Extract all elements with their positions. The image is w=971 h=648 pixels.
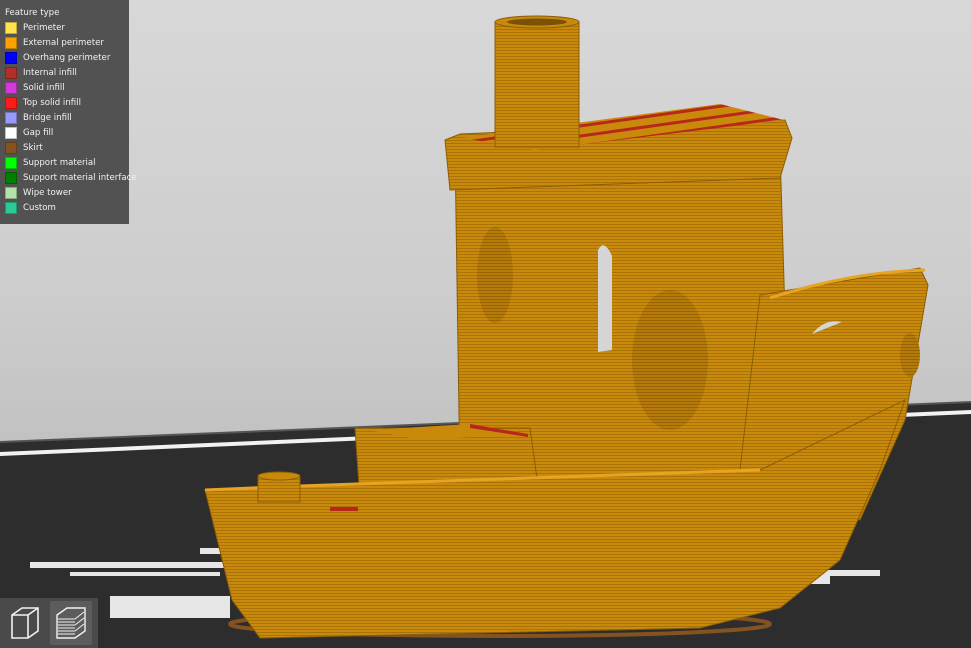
legend-swatch [5, 156, 17, 169]
legend-item-perimeter: Perimeter [5, 20, 129, 35]
legend-label: External perimeter [23, 37, 104, 48]
legend-swatch [5, 81, 17, 94]
layers-icon [56, 607, 86, 639]
legend-swatch [5, 126, 17, 139]
legend-item-top-solid-infill: Top solid infill [5, 95, 129, 110]
cube-icon [11, 607, 39, 639]
legend-item-gap-fill: Gap fill [5, 125, 129, 140]
legend-swatch [5, 201, 17, 214]
legend-label: Internal infill [23, 67, 77, 78]
legend-label: Gap fill [23, 127, 54, 138]
view-mode-toolbar [0, 598, 98, 648]
legend-item-support-material-interface: Support material interface [5, 170, 137, 185]
benchy-model [204, 15, 929, 639]
legend-label: Support material interface [23, 172, 137, 183]
legend-label: Support material [23, 157, 96, 168]
legend-title: Feature type [5, 8, 60, 18]
legend-label: Top solid infill [23, 97, 81, 108]
3d-preview-viewport[interactable]: Feature type Perimeter External perimeter… [0, 0, 971, 648]
legend-label: Solid infill [23, 82, 65, 93]
legend-item-skirt: Skirt [5, 140, 129, 155]
3d-view-button[interactable] [4, 601, 46, 645]
legend-swatch [5, 96, 17, 109]
legend-swatch [5, 171, 17, 184]
preview-scene [0, 15, 971, 648]
legend-item-bridge-infill: Bridge infill [5, 110, 129, 125]
legend-swatch [5, 36, 17, 49]
legend-swatch [5, 21, 17, 34]
layers-preview-button[interactable] [50, 601, 92, 645]
legend-item-internal-infill: Internal infill [5, 65, 129, 80]
feature-type-legend: Feature type Perimeter External perimeter… [0, 0, 137, 224]
legend-item-solid-infill: Solid infill [5, 80, 129, 95]
legend-swatch [5, 66, 17, 79]
legend-item-external-perimeter: External perimeter [5, 35, 129, 50]
legend-label: Wipe tower [23, 187, 72, 198]
legend-item-support-material: Support material [5, 155, 129, 170]
legend-swatch [5, 141, 17, 154]
legend-swatch [5, 111, 17, 124]
legend-swatch [5, 186, 17, 199]
legend-item-custom: Custom [5, 200, 129, 215]
legend-item-wipe-tower: Wipe tower [5, 185, 129, 200]
legend-label: Skirt [23, 142, 43, 153]
legend-label: Bridge infill [23, 112, 72, 123]
legend-item-overhang-perimeter: Overhang perimeter [5, 50, 129, 65]
legend-swatch [5, 51, 17, 64]
legend-label: Custom [23, 202, 56, 213]
legend-label: Perimeter [23, 22, 65, 33]
legend-label: Overhang perimeter [23, 52, 111, 63]
